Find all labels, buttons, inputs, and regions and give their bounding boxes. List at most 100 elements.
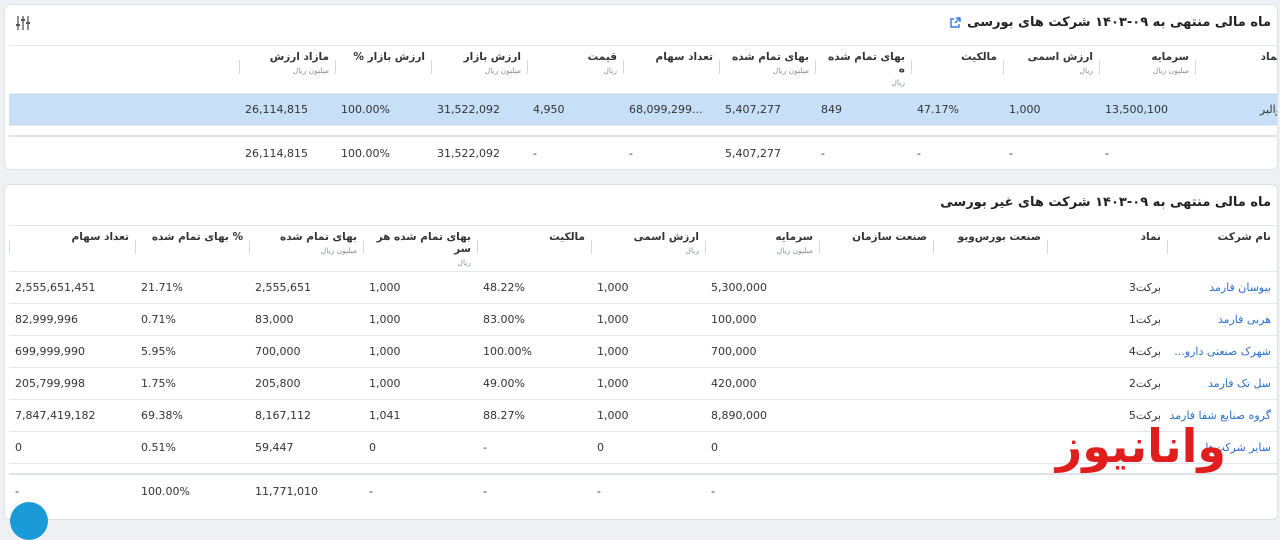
column-separator[interactable] xyxy=(1099,60,1100,74)
unlisted-column-header[interactable]: بهای تمام شده هر سر ریال xyxy=(363,225,477,272)
table-cell: 5,407,277 xyxy=(719,134,815,169)
listed-panel-header: ماه مالی منتهی به ۰۹-۱۴۰۳ شرکت های بورسی xyxy=(5,5,1277,43)
column-label: صنعت بورس‌ویو xyxy=(957,231,1041,243)
column-separator[interactable] xyxy=(527,60,528,74)
column-separator[interactable] xyxy=(591,240,592,254)
column-separator[interactable] xyxy=(1167,240,1168,254)
spacer-cell xyxy=(1195,125,1277,136)
column-separator[interactable] xyxy=(933,240,934,254)
table-cell xyxy=(933,335,1047,368)
unlisted-column-header[interactable]: نماد xyxy=(1047,225,1167,272)
table-row[interactable]: شهرک صنعتی دارو... برکت4 700,000 1,000 100.0… xyxy=(9,335,1277,368)
column-label: بهای تمام شده xyxy=(280,231,357,243)
column-separator[interactable] xyxy=(819,240,820,254)
table-cell: 1,000 xyxy=(591,367,705,400)
table-cell: 47.17% xyxy=(911,93,1003,126)
column-separator[interactable] xyxy=(1003,60,1004,74)
table-cell[interactable]: بیوسان فارمد xyxy=(1167,271,1277,304)
column-label: ارزش اسمی xyxy=(633,231,699,243)
spacer-cell xyxy=(239,125,335,136)
column-separator[interactable] xyxy=(477,240,478,254)
column-unit: ریال xyxy=(457,258,471,267)
unlisted-column-header[interactable]: صنعت بورس‌ویو xyxy=(933,225,1047,272)
column-separator[interactable] xyxy=(1195,60,1196,74)
column-label: نماد xyxy=(1140,231,1161,243)
column-unit: ریال xyxy=(891,78,905,87)
spacer-cell xyxy=(623,125,719,136)
unlisted-panel-header: ماه مالی منتهی به ۰۹-۱۴۰۳ شرکت های غیر ب… xyxy=(5,185,1277,223)
unlisted-column-header[interactable]: بهای تمام شده میلیون ریال xyxy=(249,225,363,272)
table-cell: 31,522,092 xyxy=(431,134,527,169)
unlisted-column-header[interactable]: صنعت سازمان xyxy=(819,225,933,272)
spacer-cell xyxy=(819,463,933,474)
column-separator[interactable] xyxy=(705,240,706,254)
spacer-cell xyxy=(705,463,819,474)
listed-column-header[interactable]: مالکیت xyxy=(911,45,1003,94)
listed-column-header[interactable] xyxy=(9,45,239,94)
listed-column-header[interactable]: ارزش بازار میلیون ریال xyxy=(431,45,527,94)
table-cell: 420,000 xyxy=(705,367,819,400)
column-separator[interactable] xyxy=(911,60,912,74)
column-separator[interactable] xyxy=(623,60,624,74)
column-separator[interactable] xyxy=(719,60,720,74)
table-cell: 1,000 xyxy=(591,399,705,432)
column-separator[interactable] xyxy=(431,60,432,74)
table-cell[interactable]: هربی فارمد xyxy=(1167,303,1277,336)
column-separator[interactable] xyxy=(249,240,250,254)
table-cell[interactable]: شهرک صنعتی دارو... xyxy=(1167,335,1277,368)
unlisted-column-header[interactable]: % بهای تمام شده xyxy=(135,225,249,272)
listed-total-row[interactable]: - - - -5,407,277- -31,522,092 100.00% 26,114,8… xyxy=(9,134,1277,169)
listed-column-header[interactable]: مازاد ارزش میلیون ریال xyxy=(239,45,335,94)
unlisted-column-header[interactable]: ارزش اسمی ریال xyxy=(591,225,705,272)
table-row[interactable]: بیوسان فارمد برکت3 5,300,000 1,000 48.22% 1,0… xyxy=(9,271,1277,304)
table-cell: 0 xyxy=(9,431,135,464)
table-row[interactable]: والبر13,500,1001,00047.17%8495,407,277..… xyxy=(9,93,1277,126)
table-cell: 69.38% xyxy=(135,399,249,432)
listed-column-header[interactable]: ارزش بازار % xyxy=(335,45,431,94)
table-cell: 1.75% xyxy=(135,367,249,400)
column-separator[interactable] xyxy=(9,240,10,254)
table-cell: 82,999,996 xyxy=(9,303,135,336)
unlisted-column-header[interactable]: مالکیت xyxy=(477,225,591,272)
company-link[interactable]: شهرک صنعتی دارو... xyxy=(1174,345,1271,358)
listed-column-header[interactable]: تعداد سهام xyxy=(623,45,719,94)
column-settings-icon[interactable] xyxy=(15,15,31,31)
chat-support-button[interactable] xyxy=(10,502,48,540)
spacer-cell xyxy=(431,125,527,136)
listed-column-header[interactable]: سرمایه میلیون ریال xyxy=(1099,45,1195,94)
column-unit: میلیون ریال xyxy=(1152,66,1189,75)
listed-column-header[interactable]: بهای تمام شده ه ریال xyxy=(815,45,911,94)
column-separator[interactable] xyxy=(815,60,816,74)
listed-column-header[interactable]: قیمت ریال xyxy=(527,45,623,94)
table-cell: 205,799,998 xyxy=(9,367,135,400)
column-separator[interactable] xyxy=(335,60,336,74)
table-cell: برکت3 xyxy=(1047,271,1167,304)
table-cell: 7,847,419,182 xyxy=(9,399,135,432)
table-cell xyxy=(933,271,1047,304)
table-row[interactable]: سل تک فارمد برکت2 420,000 1,000 49.00% 1,000 2… xyxy=(9,367,1277,400)
column-separator[interactable] xyxy=(363,240,364,254)
listed-column-header[interactable]: نماد xyxy=(1195,45,1278,94)
listed-column-header[interactable]: بهای تمام شده میلیون ریال xyxy=(719,45,815,94)
column-label: نماد xyxy=(1260,51,1278,63)
column-unit: میلیون ریال xyxy=(772,66,809,75)
unlisted-column-header[interactable]: تعداد سهام xyxy=(9,225,135,272)
column-unit: میلیون ریال xyxy=(776,246,813,255)
unlisted-total-row[interactable]: - - - -11,771,010 100.00% - xyxy=(9,472,1277,508)
company-link[interactable]: بیوسان فارمد xyxy=(1209,281,1271,294)
company-link[interactable]: هربی فارمد xyxy=(1218,313,1271,326)
column-separator[interactable] xyxy=(1047,240,1048,254)
table-row[interactable]: هربی فارمد برکت1 100,000 1,000 83.00% 1,000 83… xyxy=(9,303,1277,336)
table-cell: 11,771,010 xyxy=(249,472,363,508)
listed-column-header[interactable]: ارزش اسمی ریال xyxy=(1003,45,1099,94)
column-separator[interactable] xyxy=(135,240,136,254)
table-cell[interactable]: سل تک فارمد xyxy=(1167,367,1277,400)
column-separator[interactable] xyxy=(239,60,240,74)
listed-title-text: ماه مالی منتهی به ۰۹-۱۴۰۳ شرکت های بورسی xyxy=(967,15,1271,30)
unlisted-column-header[interactable]: سرمایه میلیون ریال xyxy=(705,225,819,272)
table-cell: 0 xyxy=(591,431,705,464)
listed-table-header: نماد سرمایه میلیون ریال ارزش اسمی ریال مالکیت… xyxy=(9,45,1278,94)
company-link[interactable]: سل تک فارمد xyxy=(1208,377,1271,390)
external-link-icon[interactable] xyxy=(949,16,961,29)
unlisted-column-header[interactable]: نام شرکت xyxy=(1167,225,1277,272)
